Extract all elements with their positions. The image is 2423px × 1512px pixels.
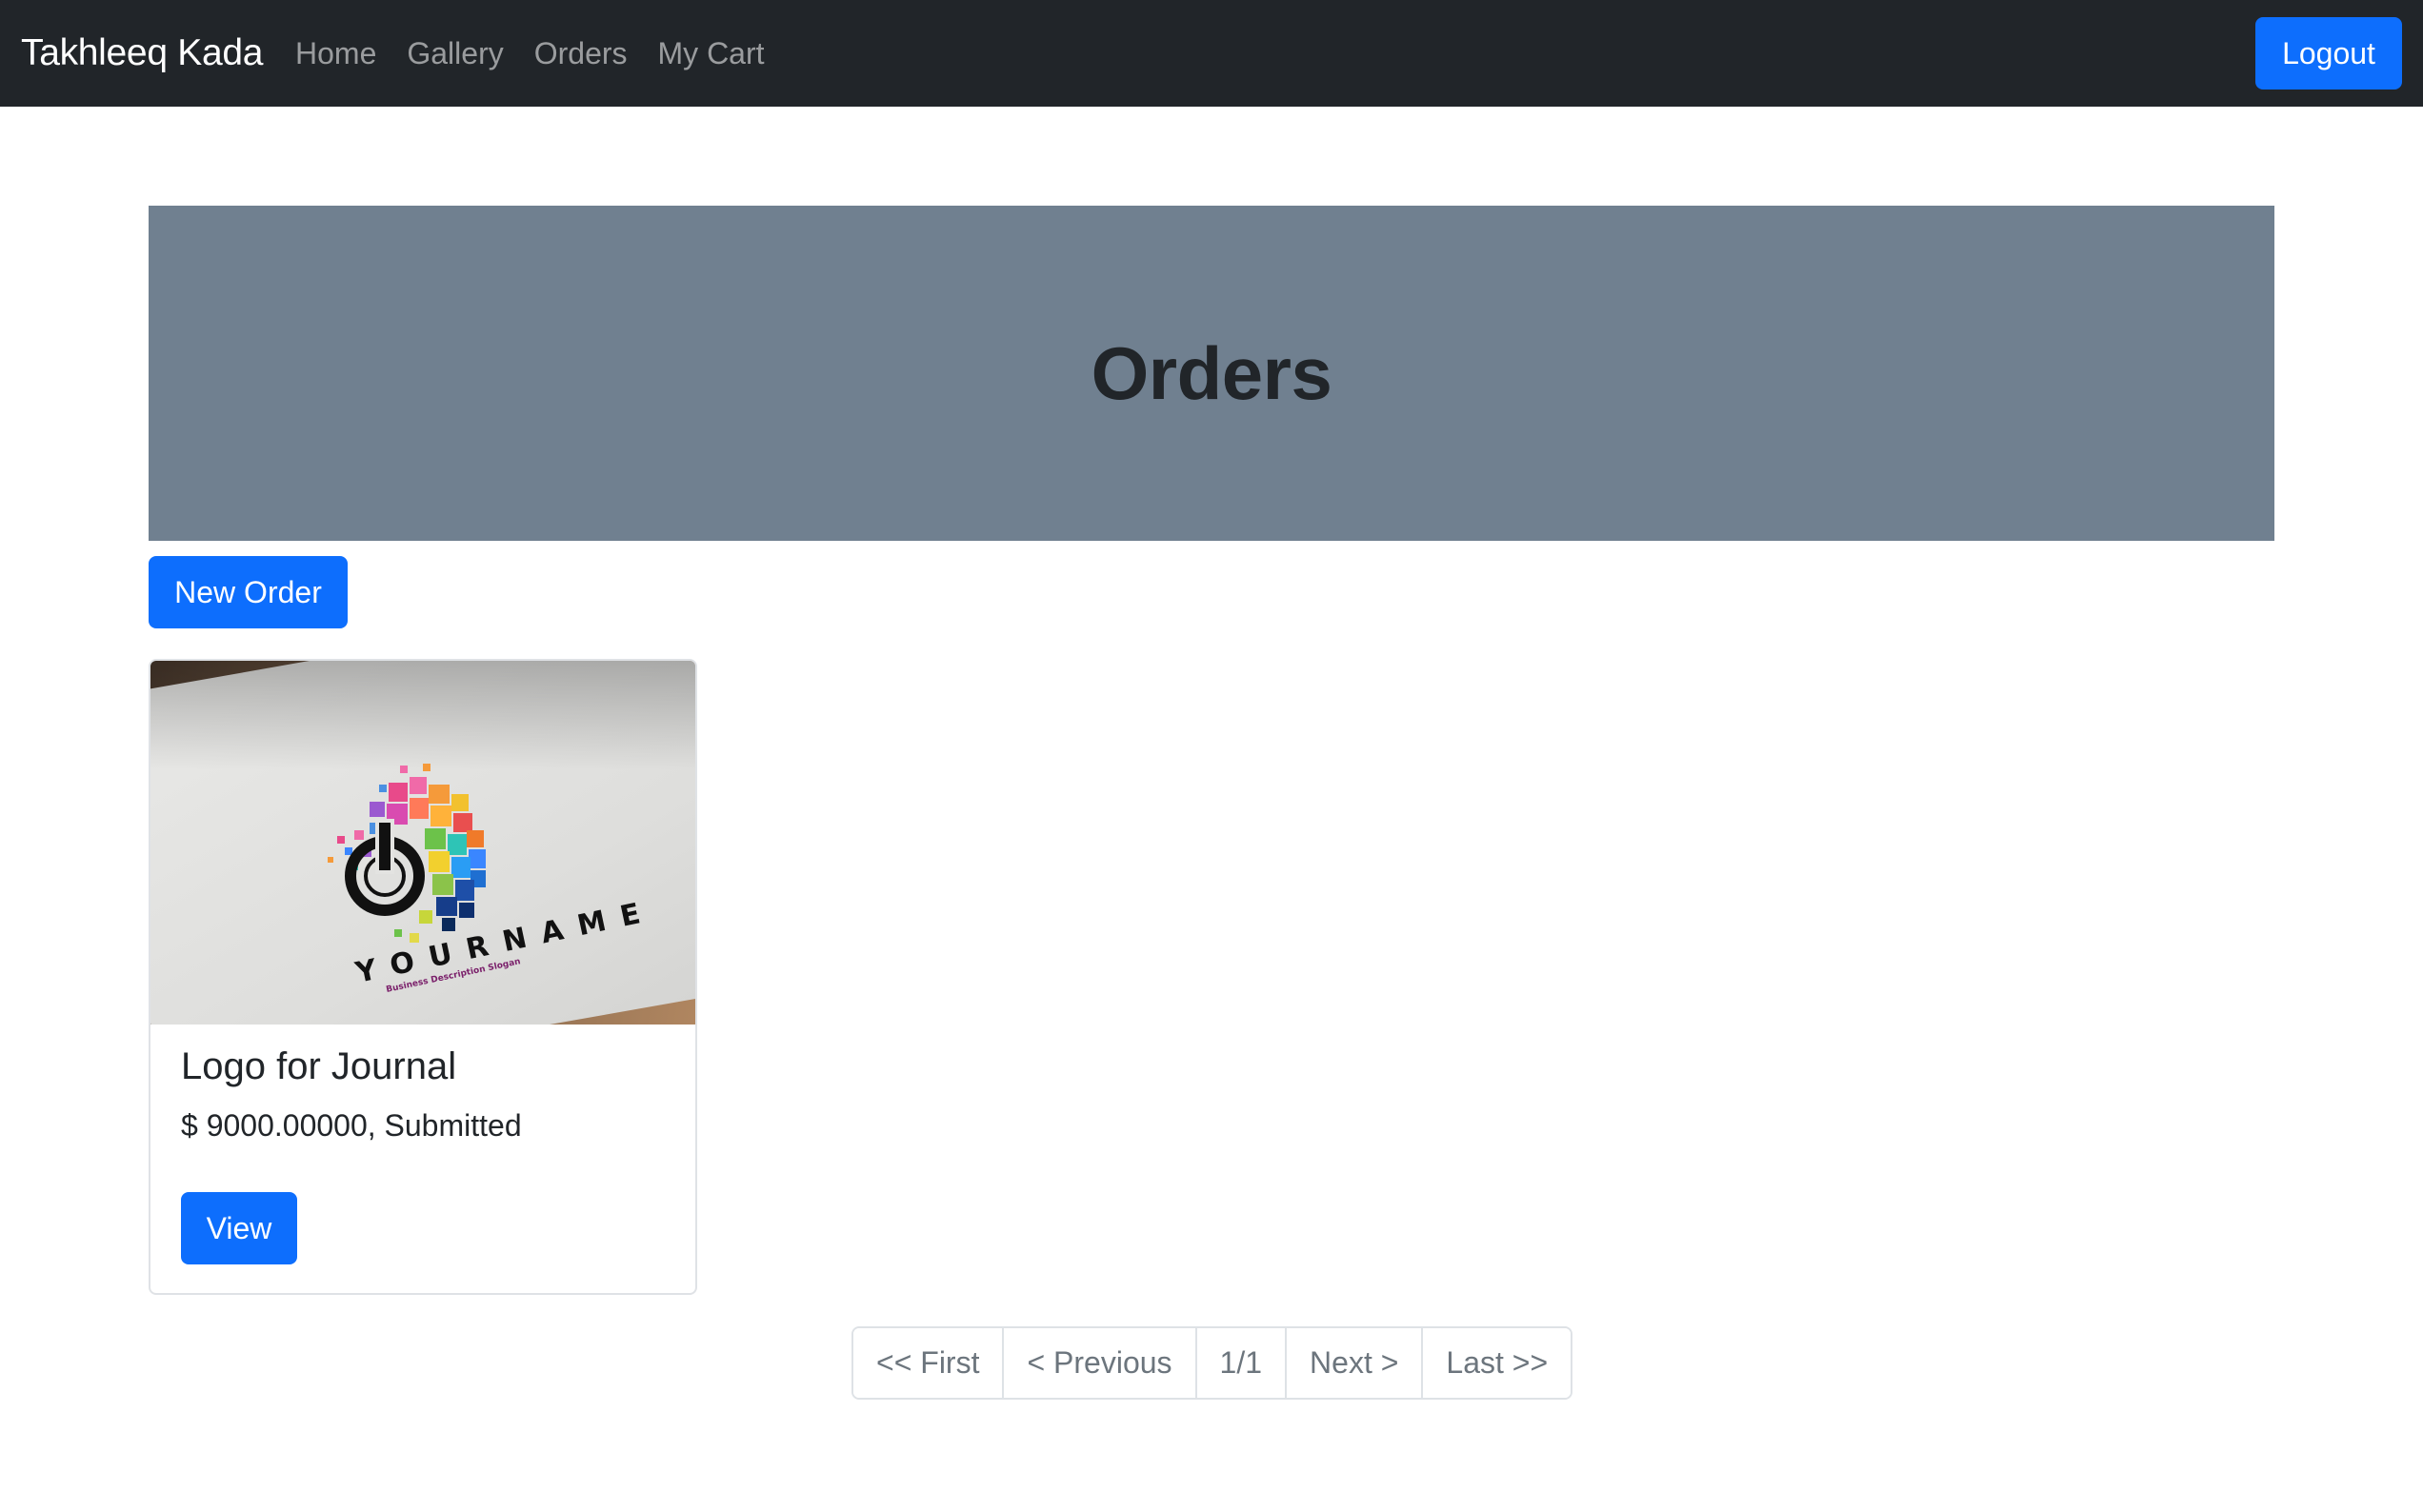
page-title: Orders <box>1091 330 1332 415</box>
order-title: Logo for Journal <box>181 1045 457 1087</box>
logout-button[interactable]: Logout <box>2255 17 2402 90</box>
view-order-button[interactable]: View <box>181 1192 297 1264</box>
new-order-button[interactable]: New Order <box>149 556 348 628</box>
brand-link[interactable]: Takhleeq Kada <box>21 0 263 107</box>
order-card: YOURNAME Business Description Slogan Log… <box>149 659 697 1295</box>
nav-link-gallery[interactable]: Gallery <box>407 36 503 71</box>
pagination: << First < Previous 1/1 Next > Last >> <box>851 1326 1573 1400</box>
nav-link-my-cart[interactable]: My Cart <box>658 36 765 71</box>
order-image: YOURNAME Business Description Slogan <box>150 661 695 1025</box>
nav-link-home[interactable]: Home <box>295 36 376 71</box>
page-previous-button[interactable]: < Previous <box>1004 1328 1197 1398</box>
page-first-button[interactable]: << First <box>853 1328 1005 1398</box>
order-details: $ 9000.00000, Submitted <box>181 1108 522 1143</box>
nav-link-orders[interactable]: Orders <box>534 36 628 71</box>
logo-mockup-graphic: YOURNAME Business Description Slogan <box>328 764 658 995</box>
page-header-banner: Orders <box>149 206 2274 541</box>
page-last-button[interactable]: Last >> <box>1423 1328 1572 1398</box>
nav-links: Home Gallery Orders My Cart <box>295 0 795 107</box>
page-next-button[interactable]: Next > <box>1287 1328 1424 1398</box>
page-current-indicator[interactable]: 1/1 <box>1196 1328 1288 1398</box>
top-navbar: Takhleeq Kada Home Gallery Orders My Car… <box>0 0 2423 107</box>
